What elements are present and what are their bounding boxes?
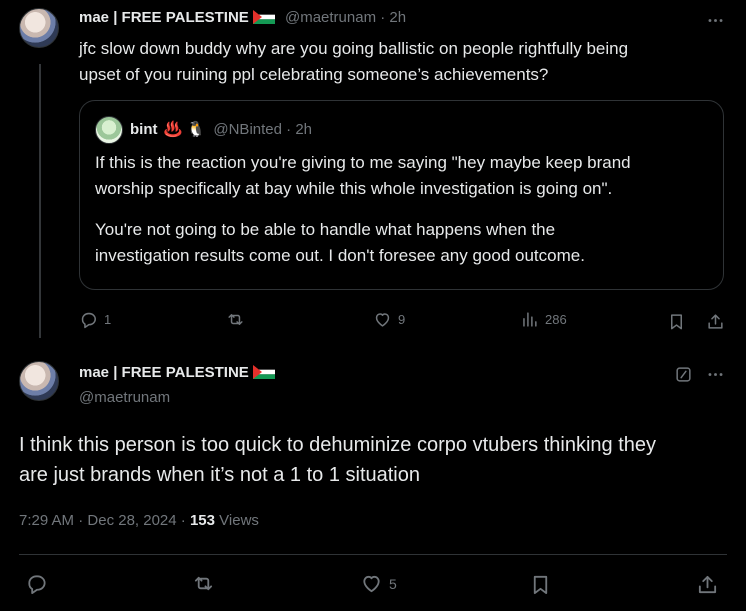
separator: · [78,512,84,529]
quote-display-name[interactable]: bint [130,121,158,138]
separator: · [380,9,386,26]
quote-text-line: investigation results come out. I don't … [95,246,585,265]
tweet-text-line: I think this person is too quick to dehu… [19,434,657,456]
tweet-time[interactable]: 7:29 AM [19,512,74,529]
views-count: 286 [545,312,567,327]
tweet-text: I think this person is too quick to dehu… [19,430,656,490]
avatar[interactable] [19,8,59,48]
reply-button[interactable]: 1 [79,310,111,329]
tweet-meta: 7:29 AM · Dec 28, 2024 · 153 Views [19,512,259,529]
tweet-text: jfc slow down buddy why are you going ba… [79,36,628,88]
display-name[interactable]: mae | FREE PALESTINE [79,364,249,381]
like-count: 5 [389,575,397,592]
repost-icon [192,572,215,595]
tweet-header: mae | FREE PALESTINE [79,364,275,381]
views-icon [520,310,539,329]
tweet-text-line: upset of you ruining ppl celebrating som… [79,65,549,84]
more-icon[interactable] [703,362,727,386]
tweet-date[interactable]: Dec 28, 2024 [87,512,176,529]
flag-palestine-icon [252,365,275,379]
divider [19,554,727,555]
avatar[interactable] [19,361,59,401]
repost-icon [226,310,245,329]
handle[interactable]: @maetrunam [79,389,170,406]
bookmark-icon[interactable] [665,310,687,332]
quote-header: bint ♨️ 🐧 @NBinted · 2h [130,120,312,138]
grok-icon[interactable] [671,362,695,386]
repost-button[interactable] [226,310,251,329]
like-button[interactable]: 5 [360,572,397,595]
quote-text-line: You're not going to be able to handle wh… [95,220,556,239]
quote-text: If this is the reaction you're giving to… [95,150,631,269]
separator: · [180,512,186,529]
views-button[interactable]: 286 [520,310,567,329]
flag-palestine-icon [252,10,275,24]
reply-icon [79,310,98,329]
like-count: 9 [398,312,406,327]
quote-emojis: ♨️ 🐧 [163,121,206,138]
like-button[interactable]: 9 [373,310,405,329]
more-icon[interactable] [703,8,727,32]
quote-timestamp: 2h [295,121,312,138]
quote-avatar[interactable] [95,116,123,144]
views-count: 153 [189,512,215,529]
reply-icon [25,572,48,595]
reply-count: 1 [104,312,112,327]
separator: · [286,121,292,138]
tweet-text-line: jfc slow down buddy why are you going ba… [79,39,629,58]
timestamp[interactable]: 2h [389,9,406,26]
views-label: Views [219,512,259,529]
quote-handle[interactable]: @NBinted [213,121,282,138]
like-icon [360,572,383,595]
thread-line [39,64,41,338]
quote-text-line: worship specifically at bay while this w… [95,179,613,198]
tweet-header: mae | FREE PALESTINE @maetrunam · 2h [79,9,406,26]
display-name[interactable]: mae | FREE PALESTINE [79,9,249,26]
handle[interactable]: @maetrunam [285,9,376,26]
quote-text-line: If this is the reaction you're giving to… [95,153,631,172]
reply-button[interactable] [25,572,54,595]
share-icon[interactable] [704,310,726,332]
like-icon [373,310,392,329]
share-icon[interactable] [695,572,719,596]
tweet-text-line: are just brands when it’s not a 1 to 1 s… [19,464,420,486]
bookmark-icon[interactable] [528,572,552,596]
repost-button[interactable] [192,572,221,595]
